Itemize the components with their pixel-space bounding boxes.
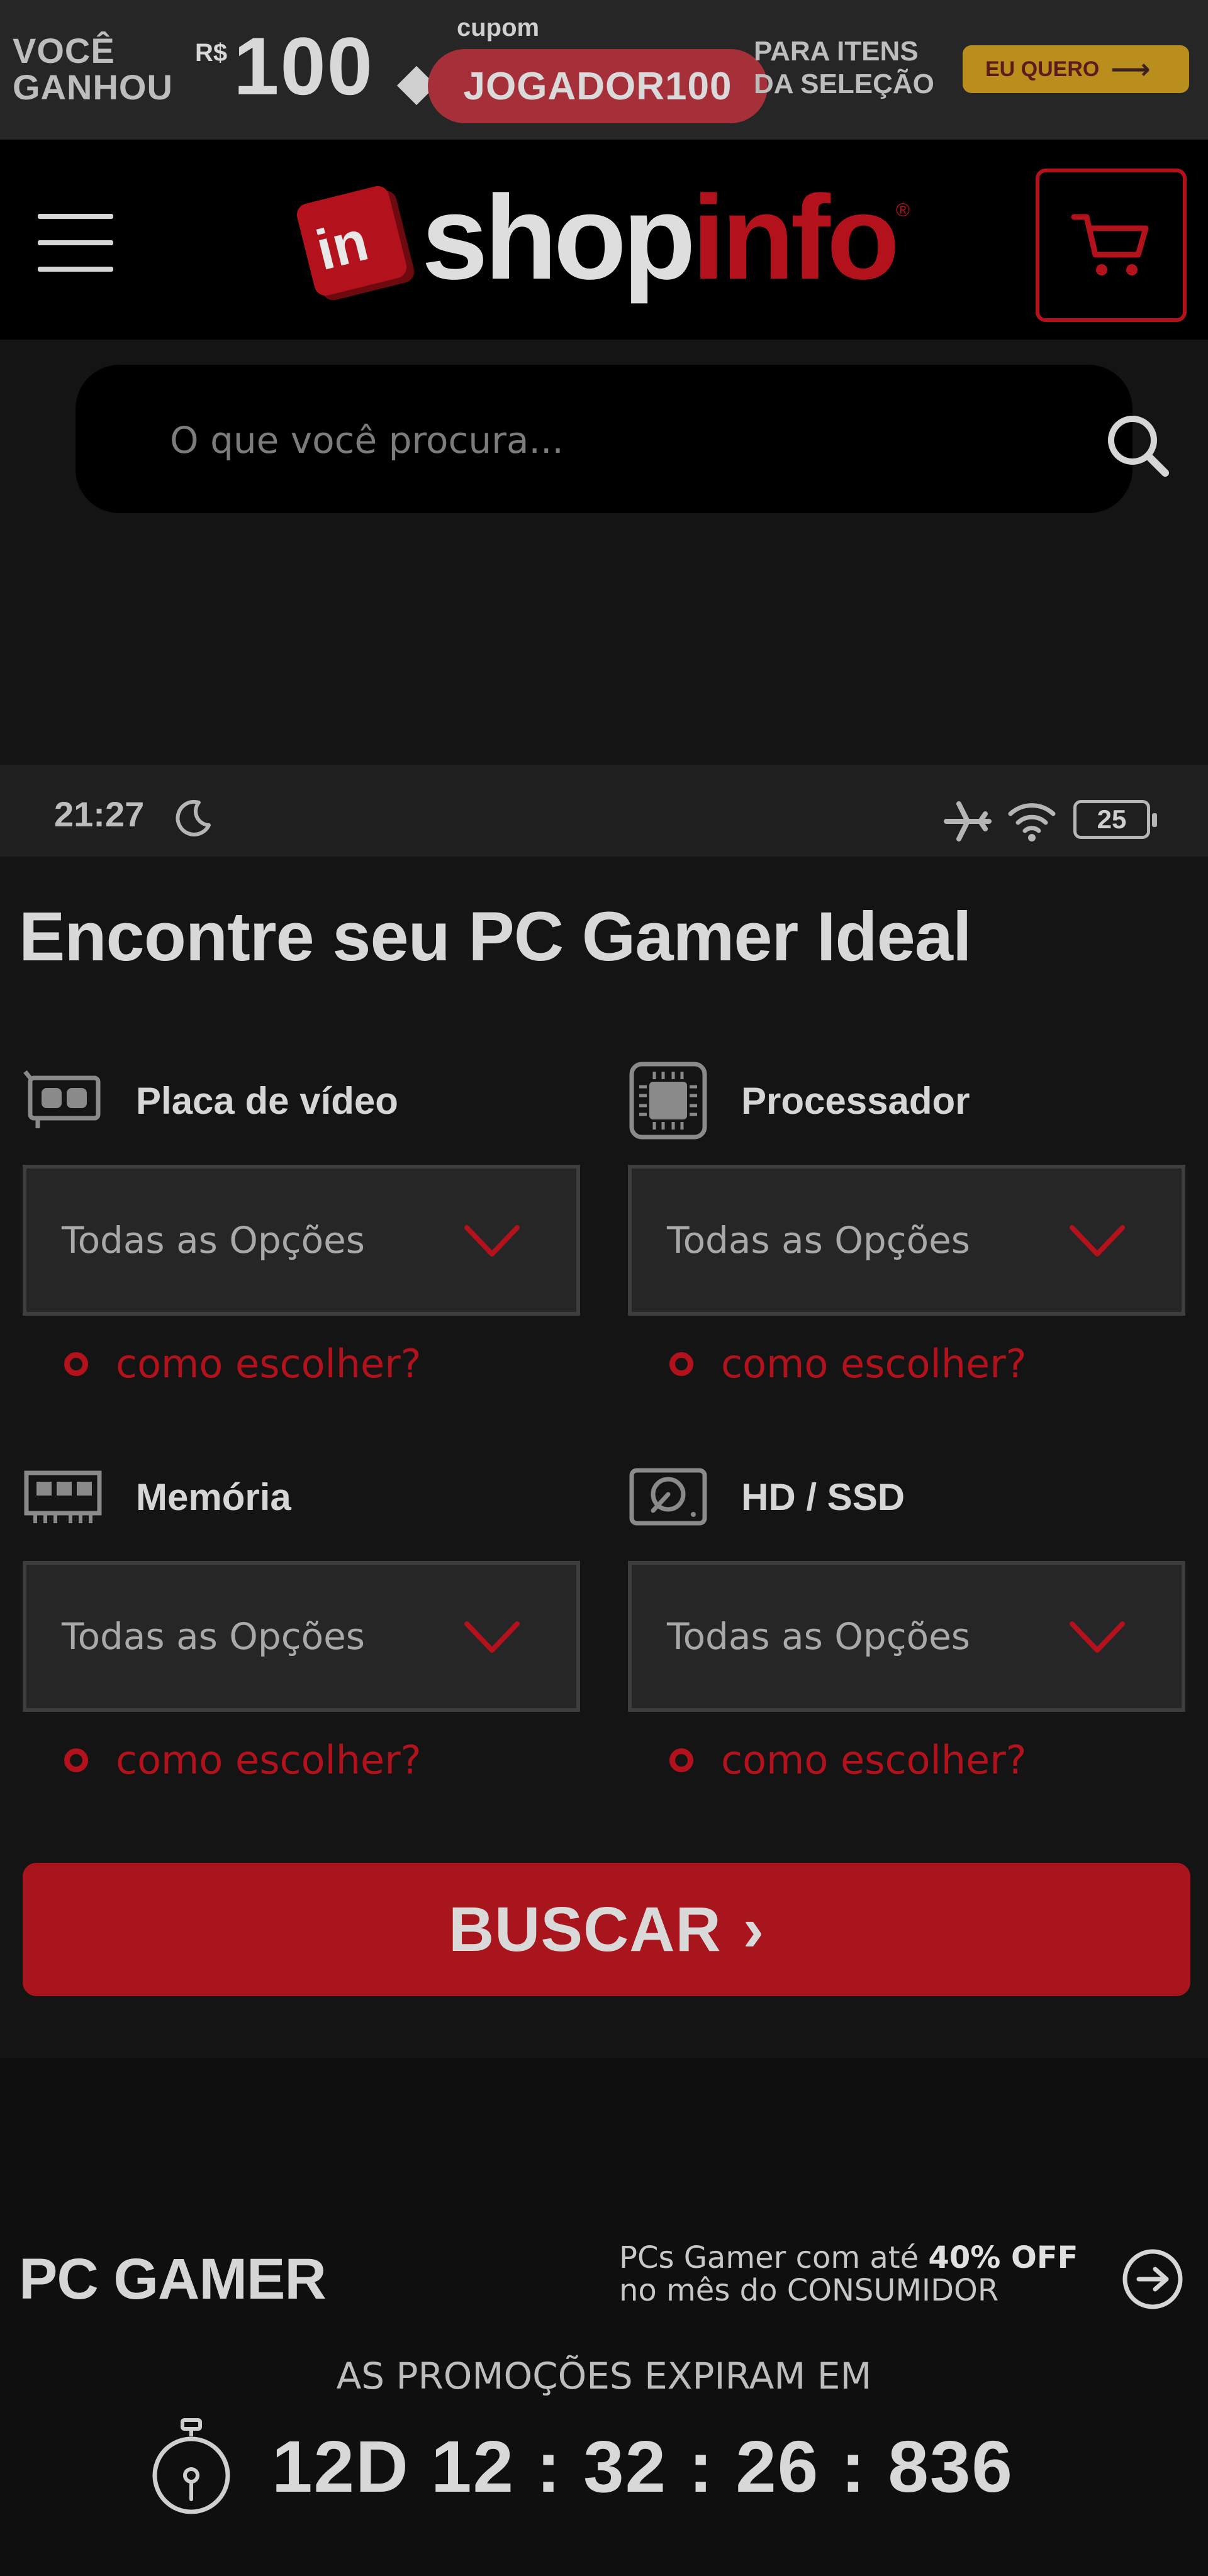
field-storage-label: HD / SSD (741, 1475, 905, 1518)
ram-select-value: Todas as Opções (62, 1615, 366, 1658)
shopinfo-logo[interactable]: in shopinfo ® (294, 175, 910, 301)
pc-promo-discount: 40% OFF (928, 2240, 1078, 2275)
promo-amount: R$ 100 (195, 25, 374, 107)
logo-mark: in (294, 181, 409, 298)
storage-help-text: como escolher? (721, 1737, 1027, 1783)
search-box[interactable] (76, 365, 1169, 513)
search-icon[interactable] (1101, 409, 1177, 484)
chevron-down-icon (1070, 1621, 1125, 1653)
stopwatch-icon (152, 2418, 230, 2514)
arrow-circle-right-icon[interactable] (1120, 2246, 1185, 2312)
search-zone (0, 340, 1208, 765)
cpu-select[interactable]: Todas as Opções (628, 1165, 1185, 1316)
menu-icon[interactable] (38, 214, 113, 272)
pc-finder-section: Encontre seu PC Gamer Ideal Placa de víd… (0, 857, 1208, 2058)
promo-currency: R$ (195, 39, 228, 67)
pc-gamer-promo-text: PCs Gamer com até 40% OFF no mês do CONS… (619, 2241, 1097, 2307)
promo-coupon-code: JOGADOR100 (428, 49, 768, 123)
logo-word-shop: shop (422, 171, 696, 304)
field-cpu-label: Processador (741, 1079, 970, 1122)
site-header: in shopinfo ® (0, 140, 1208, 340)
arrow-right-icon: ⟶ (1110, 53, 1151, 85)
gpu-help-text: como escolher? (116, 1341, 422, 1387)
wifi-icon (1008, 803, 1056, 841)
battery-level: 25 (1097, 804, 1127, 834)
logo-word-info: info (691, 171, 900, 304)
ram-icon (24, 1470, 102, 1523)
airplane-icon (944, 801, 992, 841)
pc-gamer-section: PC GAMER PCs Gamer com até 40% OFF no mê… (0, 2058, 1208, 2576)
storage-select[interactable]: Todas as Opções (628, 1561, 1185, 1712)
status-time: 21:27 (54, 794, 145, 834)
chevron-down-icon (464, 1225, 520, 1257)
pc-gamer-title: PC GAMER (19, 2247, 327, 2311)
registered-mark: ® (896, 200, 910, 221)
gpu-help-link[interactable]: como escolher? (64, 1341, 422, 1387)
field-gpu-label: Placa de vídeo (136, 1079, 398, 1122)
finder-title: Encontre seu PC Gamer Ideal (19, 898, 972, 975)
gpu-icon (23, 1070, 101, 1128)
pc-promo-prefix: PCs Gamer com até (619, 2240, 919, 2275)
countdown-timer: 12D 12 : 32 : 26 : 836 (272, 2426, 1014, 2507)
cpu-help-link[interactable]: como escolher? (669, 1341, 1027, 1387)
ram-help-text: como escolher? (116, 1737, 422, 1783)
promo-expire-label: AS PROMOÇÕES EXPIRAM EM (336, 2355, 872, 2397)
cpu-icon (629, 1062, 707, 1140)
cpu-select-value: Todas as Opções (667, 1219, 971, 1262)
help-dot-icon (64, 1748, 88, 1772)
chevron-down-icon (464, 1621, 520, 1653)
moon-icon (176, 799, 211, 836)
promo-won-line2: GANHOU (13, 67, 173, 107)
pc-promo-suffix: no mês do CONSUMIDOR (619, 2273, 999, 2308)
promo-won-text: VOCÊ GANHOU (13, 33, 173, 106)
chevron-down-icon (1070, 1225, 1125, 1257)
promo-cta-label: EU QUERO (985, 57, 1100, 81)
help-dot-icon (669, 1352, 693, 1376)
gpu-select-value: Todas as Opções (62, 1219, 366, 1262)
cpu-help-text: como escolher? (721, 1341, 1027, 1387)
field-ram-label: Memória (136, 1475, 291, 1518)
help-dot-icon (64, 1352, 88, 1376)
storage-select-value: Todas as Opções (667, 1615, 971, 1658)
storage-help-link[interactable]: como escolher? (669, 1737, 1027, 1783)
hdd-icon (629, 1468, 707, 1526)
promo-amount-value: 100 (233, 20, 374, 112)
ram-help-link[interactable]: como escolher? (64, 1737, 422, 1783)
promo-banner[interactable]: VOCÊ GANHOU R$ 100 cupom JOGADOR100 PARA… (0, 0, 1208, 140)
promo-items-line1: PARA ITENS (754, 36, 919, 67)
promo-coupon-label: cupom (457, 14, 540, 42)
cart-icon (1071, 214, 1149, 275)
buscar-label: BUSCAR (448, 1894, 722, 1965)
gpu-select[interactable]: Todas as Opções (23, 1165, 580, 1316)
logo-wordmark: shopinfo (422, 178, 900, 297)
phone-status-bar: 21:27 25 (0, 765, 1208, 857)
buscar-button[interactable]: BUSCAR › (23, 1863, 1190, 1996)
help-dot-icon (669, 1748, 693, 1772)
promo-won-line1: VOCÊ (13, 31, 115, 70)
battery-indicator: 25 (1073, 800, 1157, 839)
countdown-row: 12D 12 : 32 : 26 : 836 (148, 2416, 1014, 2517)
promo-items-line2: DA SELEÇÃO (754, 69, 934, 99)
promo-cta-button[interactable]: EU QUERO ⟶ (963, 45, 1189, 93)
promo-items-text: PARA ITENS DA SELEÇÃO (754, 35, 934, 101)
ram-select[interactable]: Todas as Opções (23, 1561, 580, 1712)
chevron-right-icon: › (742, 1894, 765, 1965)
cart-button[interactable] (1036, 169, 1187, 322)
search-input[interactable] (170, 402, 988, 478)
